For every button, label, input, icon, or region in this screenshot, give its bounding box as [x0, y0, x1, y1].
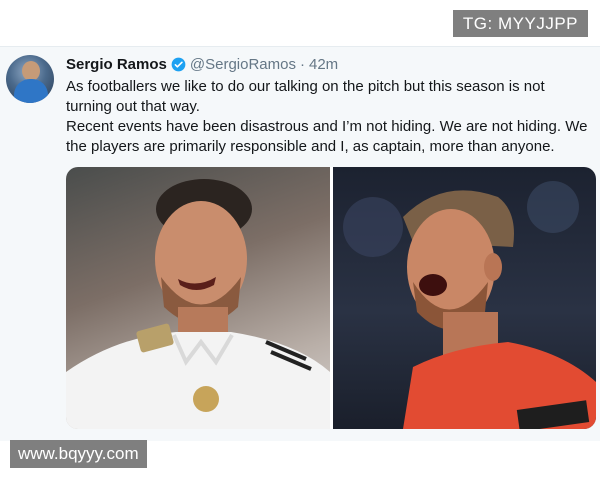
player-photo-red-kit-icon — [343, 181, 596, 429]
watermark-top: TG: MYYJJPP — [452, 10, 588, 37]
tweet-text-line-2: Recent events have been disastrous and I… — [66, 118, 588, 155]
tweet-media-grid — [66, 167, 596, 429]
watermark-bottom: www.bqyyy.com — [10, 440, 147, 468]
player-photo-white-kit-icon — [66, 179, 330, 429]
tweet-text: As footballers we like to do our talking… — [66, 77, 594, 157]
media-photo-2[interactable] — [333, 167, 596, 429]
tweet-header: Sergio Ramos @SergioRamos · 42m — [66, 53, 338, 75]
separator-dot: · — [299, 55, 305, 73]
tweet-timestamp[interactable]: 42m — [309, 56, 338, 73]
tweet-text-line-1: As footballers we like to do our talking… — [66, 78, 545, 115]
tweet-card[interactable]: Sergio Ramos @SergioRamos · 42m As footb… — [0, 46, 600, 441]
avatar-head-shape — [22, 61, 40, 81]
avatar[interactable] — [6, 55, 54, 103]
display-name[interactable]: Sergio Ramos — [66, 56, 167, 73]
avatar-torso-shape — [14, 79, 48, 103]
verified-badge-icon — [171, 57, 186, 71]
media-photo-1[interactable] — [66, 167, 330, 429]
user-handle[interactable]: @SergioRamos — [190, 56, 296, 73]
